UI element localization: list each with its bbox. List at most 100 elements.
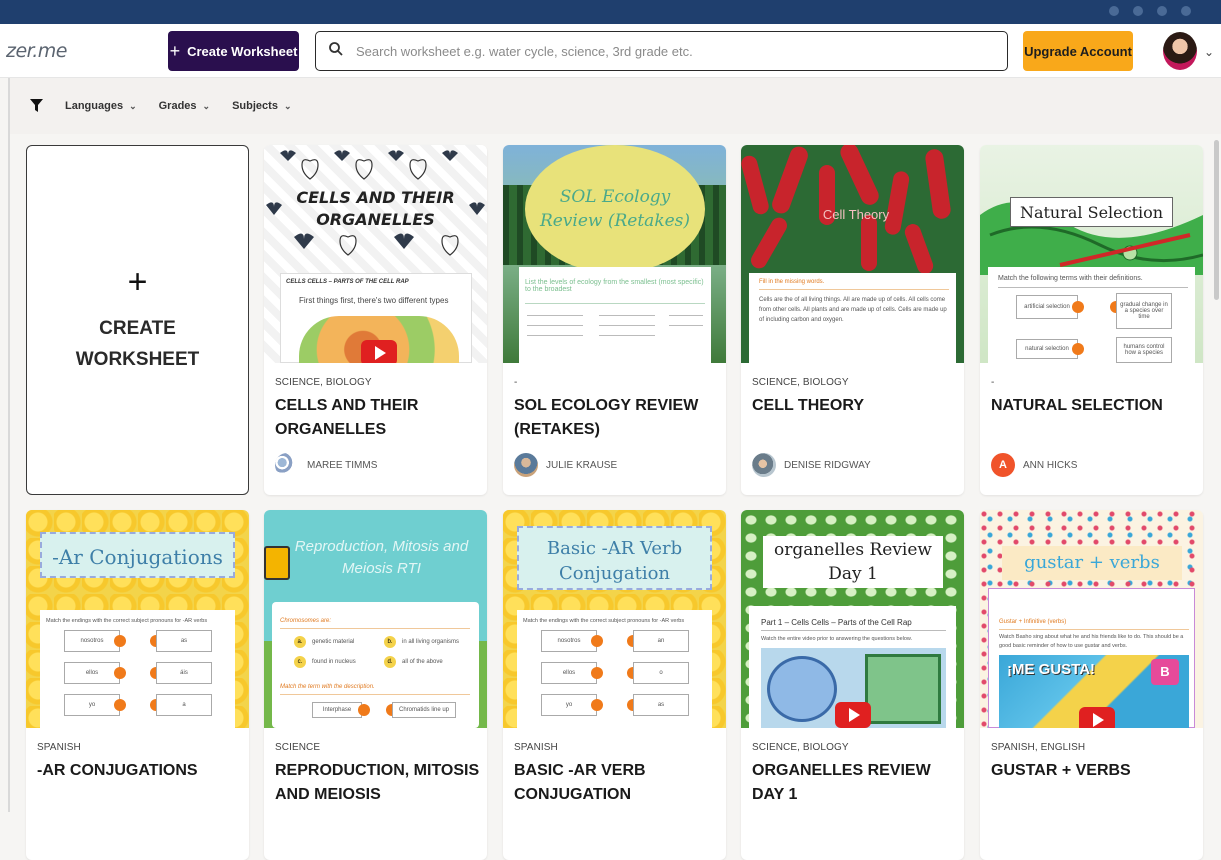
author-name: DENISE RIDGWAY bbox=[784, 459, 871, 471]
search-input[interactable] bbox=[356, 43, 996, 59]
match-connector[interactable] bbox=[358, 704, 370, 716]
browser-top-strip bbox=[0, 0, 1221, 24]
thumbnail-title: Cell Theory bbox=[822, 207, 890, 222]
match-definition[interactable]: Chromatids line up bbox=[392, 702, 456, 718]
match-term[interactable]: yo bbox=[64, 694, 120, 716]
card-subjects: SPANISH bbox=[37, 742, 81, 753]
create-worksheet-label: Create Worksheet bbox=[187, 43, 298, 59]
card-title[interactable]: REPRODUCTION, MITOSIS AND MEIOSIS bbox=[275, 759, 480, 807]
thumbnail-subtitle-2: Match the term with the description. bbox=[280, 684, 375, 690]
match-connector[interactable] bbox=[114, 699, 126, 711]
match-term[interactable]: natural selection bbox=[1016, 339, 1078, 359]
option-label[interactable]: all of the above bbox=[402, 659, 443, 665]
match-connector[interactable] bbox=[591, 699, 603, 711]
card-author[interactable]: MAREE TIMMS bbox=[275, 453, 377, 477]
match-ending[interactable]: as bbox=[156, 630, 212, 652]
plus-icon: + bbox=[127, 263, 148, 301]
match-term[interactable]: ellos bbox=[541, 662, 597, 684]
video-banner-text: ¡ME GUSTA! bbox=[1007, 661, 1096, 678]
worksheet-card[interactable]: -Ar Conjugations Match the endings with … bbox=[26, 510, 249, 860]
thumbnail-title: Basic -AR Verb Conjugation bbox=[517, 526, 712, 590]
worksheet-card[interactable]: Natural Selection Match the following te… bbox=[980, 145, 1203, 495]
play-video-icon[interactable] bbox=[1079, 707, 1115, 728]
match-ending[interactable]: o bbox=[633, 662, 689, 684]
card-author[interactable]: A ANN HICKS bbox=[991, 453, 1077, 477]
worksheet-card[interactable]: Reproduction, Mitosis and Meiosis RTI Ch… bbox=[264, 510, 487, 860]
worksheet-thumbnail: Cell Theory Fill in the missing words. C… bbox=[741, 145, 964, 363]
card-title[interactable]: CELL THEORY bbox=[752, 394, 957, 418]
thumbnail-text: Watch Basho sing about what he and his f… bbox=[999, 634, 1184, 649]
page-scrollbar[interactable] bbox=[1214, 140, 1219, 300]
match-term[interactable]: nosotros bbox=[541, 630, 597, 652]
match-term[interactable]: yo bbox=[541, 694, 597, 716]
thumbnail-title: Reproduction, Mitosis and Meiosis RTI bbox=[294, 538, 469, 577]
match-term[interactable]: artificial selection bbox=[1016, 295, 1078, 319]
match-ending[interactable]: an bbox=[633, 630, 689, 652]
filter-grades[interactable]: Grades ⌄ bbox=[159, 100, 210, 112]
filter-subjects[interactable]: Subjects ⌄ bbox=[232, 100, 291, 112]
match-ending[interactable]: as bbox=[633, 694, 689, 716]
option-label[interactable]: found in nucleus bbox=[312, 659, 356, 665]
upgrade-account-button[interactable]: Upgrade Account bbox=[1023, 31, 1133, 71]
match-connector[interactable] bbox=[114, 635, 126, 647]
card-title[interactable]: ORGANELLES REVIEW DAY 1 bbox=[752, 759, 957, 807]
thumbnail-paper: Gustar + Infinitive (verbs) Watch Basho … bbox=[988, 588, 1195, 728]
card-subjects: - bbox=[991, 377, 995, 388]
author-avatar bbox=[275, 453, 299, 477]
worksheet-card[interactable]: Cell Theory Fill in the missing words. C… bbox=[741, 145, 964, 495]
card-author[interactable]: DENISE RIDGWAY bbox=[752, 453, 871, 477]
option-label[interactable]: genetic material bbox=[312, 639, 354, 645]
match-ending[interactable]: áis bbox=[156, 662, 212, 684]
thumbnail-subtitle: Part 1 – Cells Cells – Parts of the Cell… bbox=[761, 618, 912, 627]
app-logo[interactable]: zer.me bbox=[6, 40, 67, 62]
match-definition[interactable]: humans control how a species bbox=[1116, 337, 1172, 363]
card-title[interactable]: CELLS AND THEIR ORGANELLES bbox=[275, 394, 480, 442]
thumbnail-text: Cells are the of all living things. All … bbox=[759, 297, 947, 323]
worksheet-card[interactable]: SOL Ecology Review (Retakes) List the le… bbox=[503, 145, 726, 495]
match-term[interactable]: ellos bbox=[64, 662, 120, 684]
search-bar[interactable] bbox=[315, 31, 1008, 71]
option-label[interactable]: in all living organisms bbox=[402, 639, 459, 645]
thumbnail-title: -Ar Conjugations bbox=[40, 532, 235, 578]
worksheet-card[interactable]: Basic -AR Verb Conjugation Match the end… bbox=[503, 510, 726, 860]
match-term[interactable]: Interphase bbox=[312, 702, 362, 718]
match-connector[interactable] bbox=[114, 667, 126, 679]
worksheet-thumbnail: organelles Review Day 1 Part 1 – Cells C… bbox=[741, 510, 964, 728]
match-connector[interactable] bbox=[591, 635, 603, 647]
match-term[interactable]: nosotros bbox=[64, 630, 120, 652]
create-worksheet-card[interactable]: + CREATE WORKSHEET bbox=[26, 145, 249, 495]
user-avatar[interactable] bbox=[1163, 32, 1197, 70]
brand-badge-icon: B bbox=[1151, 659, 1179, 685]
card-title[interactable]: -AR CONJUGATIONS bbox=[37, 759, 242, 783]
card-title[interactable]: NATURAL SELECTION bbox=[991, 394, 1196, 418]
option-b-badge: b. bbox=[384, 636, 396, 648]
play-video-icon[interactable] bbox=[835, 702, 871, 728]
create-worksheet-card-label: CREATE WORKSHEET bbox=[75, 318, 200, 370]
match-ending[interactable]: a bbox=[156, 694, 212, 716]
card-subjects: SPANISH, ENGLISH bbox=[991, 742, 1086, 753]
thumbnail-subtitle: Gustar + Infinitive (verbs) bbox=[999, 619, 1067, 625]
filter-languages[interactable]: Languages ⌄ bbox=[65, 100, 137, 112]
thumbnail-paper: Match the endings with the correct subje… bbox=[40, 610, 235, 728]
worksheet-card[interactable]: gustar + verbs Gustar + Infinitive (verb… bbox=[980, 510, 1203, 860]
match-connector[interactable] bbox=[1072, 301, 1084, 313]
match-connector[interactable] bbox=[1072, 343, 1084, 355]
filter-icon[interactable] bbox=[30, 99, 43, 113]
chevron-down-icon[interactable]: ⌄ bbox=[1204, 45, 1214, 59]
thumbnail-text: First things first, there's two differen… bbox=[299, 296, 449, 305]
author-name: MAREE TIMMS bbox=[307, 459, 378, 471]
play-video-icon[interactable] bbox=[361, 340, 397, 363]
match-connector[interactable] bbox=[591, 667, 603, 679]
card-author[interactable]: JULIE KRAUSE bbox=[514, 453, 617, 477]
card-title[interactable]: SOL ECOLOGY REVIEW (RETAKES) bbox=[514, 394, 719, 442]
match-definition[interactable]: gradual change in a species over time bbox=[1116, 293, 1172, 329]
create-worksheet-button[interactable]: + Create Worksheet bbox=[168, 31, 299, 71]
card-title[interactable]: BASIC -AR VERB CONJUGATION bbox=[514, 759, 719, 807]
card-title[interactable]: GUSTAR + VERBS bbox=[991, 759, 1196, 783]
worksheet-card[interactable]: organelles Review Day 1 Part 1 – Cells C… bbox=[741, 510, 964, 860]
thumbnail-paper: Fill in the missing words. Cells are the… bbox=[749, 273, 956, 363]
card-subjects: SCIENCE, BIOLOGY bbox=[275, 377, 372, 388]
thumbnail-paper: CELLS CELLS – PARTS OF THE CELL RAP Firs… bbox=[280, 273, 472, 363]
card-subjects: SCIENCE, BIOLOGY bbox=[752, 377, 849, 388]
worksheet-card[interactable]: CELLS AND THEIR ORGANELLES CELLS CELLS –… bbox=[264, 145, 487, 495]
